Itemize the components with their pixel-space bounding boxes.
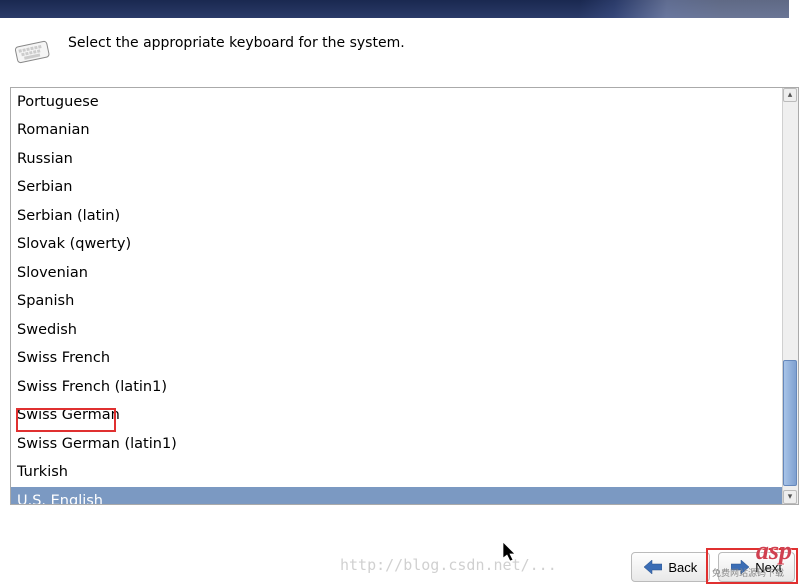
list-item[interactable]: Romanian [11,116,782,144]
back-button[interactable]: Back [631,552,710,582]
list-item[interactable]: Serbian [11,173,782,201]
list-item[interactable]: Swiss German (latin1) [11,430,782,458]
main-content: Select the appropriate keyboard for the … [0,18,789,505]
list-item[interactable]: Russian [11,145,782,173]
list-item[interactable]: Swiss German [11,401,782,429]
list-item[interactable]: Serbian (latin) [11,202,782,230]
navigation-buttons: Back Next [631,552,795,582]
watermark-url: http://blog.csdn.net/... [340,556,557,574]
arrow-right-icon [731,560,749,574]
keyboard-listbox[interactable]: PortugueseRomanianRussianSerbianSerbian … [11,88,782,504]
list-item[interactable]: Spanish [11,287,782,315]
scroll-thumb[interactable] [783,360,797,486]
list-item[interactable]: Portuguese [11,88,782,116]
keyboard-icon [12,33,52,69]
keyboard-list-container: PortugueseRomanianRussianSerbianSerbian … [10,87,799,505]
list-item[interactable]: Swedish [11,316,782,344]
next-button[interactable]: Next [718,552,795,582]
installer-banner [0,0,789,18]
instruction-text: Select the appropriate keyboard for the … [68,33,405,54]
arrow-left-icon [644,560,662,574]
list-item[interactable]: Turkish [11,458,782,486]
scroll-down-button[interactable]: ▾ [783,490,797,504]
list-item[interactable]: Swiss French (latin1) [11,373,782,401]
next-button-label: Next [755,560,782,575]
list-item[interactable]: Slovenian [11,259,782,287]
list-item[interactable]: Slovak (qwerty) [11,230,782,258]
back-button-label: Back [668,560,697,575]
list-item[interactable]: Swiss French [11,344,782,372]
banner-decoration [439,0,789,18]
scrollbar[interactable]: ▴ ▾ [782,88,798,504]
instruction-row: Select the appropriate keyboard for the … [10,33,789,69]
scroll-up-button[interactable]: ▴ [783,88,797,102]
mouse-cursor-icon [503,542,519,564]
list-item[interactable]: U.S. English [11,487,782,504]
